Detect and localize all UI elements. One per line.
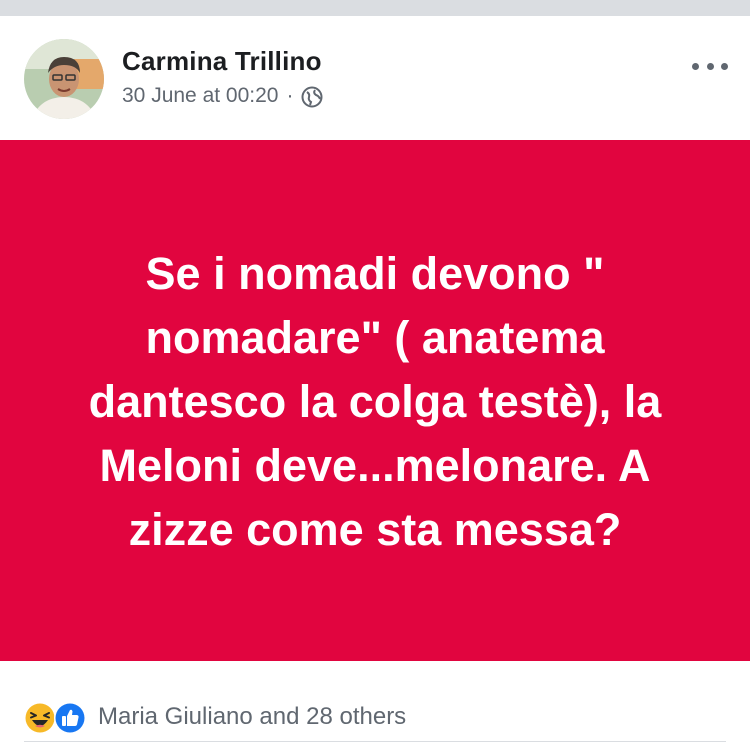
post-card: Carmina Trillino 30 June at 00:20 · Se i…: [0, 16, 750, 747]
divider: [24, 741, 726, 742]
globe-icon: [301, 86, 323, 108]
more-dot: [706, 62, 714, 70]
post-image[interactable]: Se i nomadi devono " nomadare" ( anatema…: [0, 140, 750, 661]
haha-icon: [23, 701, 57, 735]
reaction-icons[interactable]: [23, 701, 93, 735]
reactions-bar: Maria Giuliano and 28 others: [0, 661, 750, 747]
top-strip: [0, 0, 750, 16]
avatar[interactable]: [24, 39, 104, 119]
author-name[interactable]: Carmina Trillino: [122, 46, 322, 77]
reactions-summary[interactable]: Maria Giuliano and 28 others: [98, 703, 406, 731]
more-options-icon[interactable]: [692, 56, 728, 76]
more-dot: [692, 62, 699, 70]
post-meta: 30 June at 00:20 ·: [122, 84, 323, 108]
post-header: Carmina Trillino 30 June at 00:20 ·: [0, 16, 750, 140]
more-dot: [721, 62, 728, 70]
meta-separator: ·: [286, 84, 294, 107]
post-image-text: Se i nomadi devono " nomadare" ( anatema…: [88, 247, 662, 555]
like-icon: [53, 701, 87, 735]
post-date[interactable]: 30 June at 00:20: [122, 84, 278, 108]
